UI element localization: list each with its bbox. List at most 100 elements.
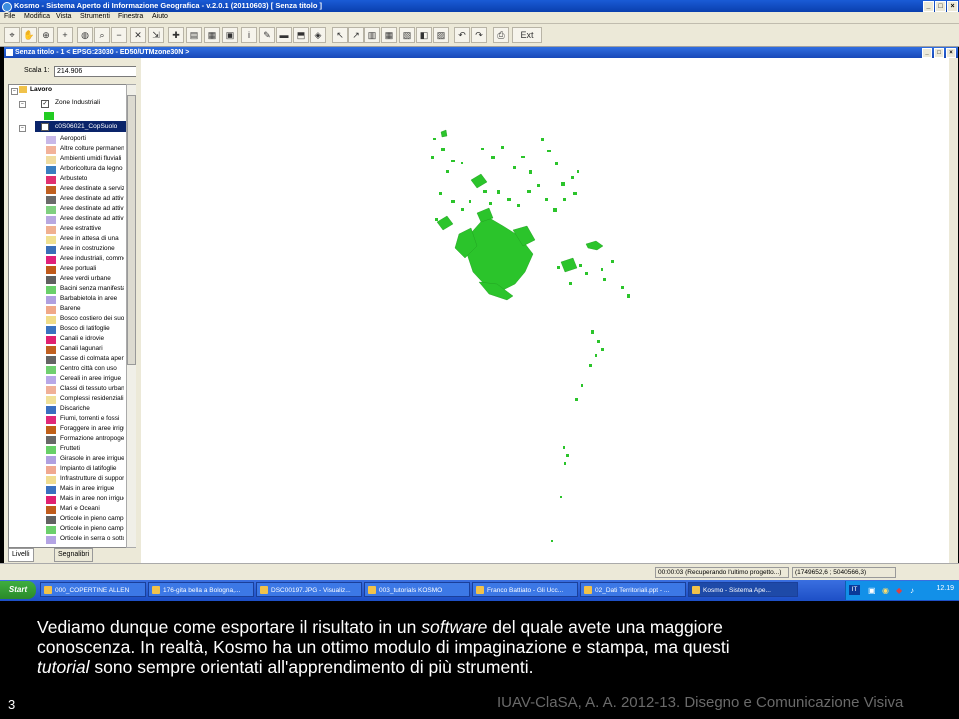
legend-label: Barene bbox=[60, 305, 81, 312]
pan-hand-icon[interactable]: ✋ bbox=[21, 27, 37, 43]
close-document-button[interactable]: × bbox=[946, 48, 956, 58]
menu-aiuto[interactable]: Aiuto bbox=[152, 13, 168, 20]
legend-swatch bbox=[46, 526, 56, 534]
tray-security-icon[interactable]: ◆ bbox=[896, 586, 902, 595]
legend-swatch bbox=[46, 486, 56, 494]
info-icon[interactable]: i bbox=[241, 27, 257, 43]
menu-bar: File Modifica Vista Strumenti Finestra A… bbox=[0, 12, 959, 24]
legend-label: Ambienti umidi fluviali bbox=[60, 155, 122, 162]
close-window-button[interactable]: × bbox=[947, 1, 958, 12]
tray-speaker-icon[interactable]: ♪ bbox=[910, 586, 914, 595]
pencil-icon[interactable]: ✎ bbox=[259, 27, 275, 43]
zoom-selection-icon[interactable]: ⇲ bbox=[148, 27, 164, 43]
legend-label: Arboricoltura da legno bbox=[60, 165, 123, 172]
start-button[interactable]: Start bbox=[0, 581, 36, 599]
exit-button[interactable]: Ext bbox=[512, 27, 542, 43]
menu-modifica[interactable]: Modifica bbox=[24, 13, 50, 20]
minimize-document-button[interactable]: _ bbox=[922, 48, 932, 58]
tab-livelli[interactable]: Livelli bbox=[8, 548, 34, 562]
layer2-checkbox[interactable] bbox=[41, 123, 49, 131]
taskbar-item[interactable]: 176-gita bella a Bologna,... bbox=[148, 582, 254, 597]
add-database-layer-icon[interactable]: ▤ bbox=[186, 27, 202, 43]
collapse-layer1-icon[interactable]: − bbox=[19, 101, 26, 108]
zoom-extent-icon[interactable]: ⊕ bbox=[38, 27, 54, 43]
maximize-document-button[interactable]: □ bbox=[934, 48, 944, 58]
caption-line1-a: Vediamo dunque come esportare il risulta… bbox=[37, 617, 422, 637]
maximize-window-button[interactable]: □ bbox=[935, 1, 946, 12]
zoom-in-icon[interactable]: + bbox=[57, 27, 73, 43]
document-title: Senza titolo - 1 < EPSG:23030 - ED50/UTM… bbox=[15, 49, 190, 56]
legend-swatch bbox=[46, 136, 56, 144]
taskbar-item[interactable]: 02_Dati Territoriali.ppt - ... bbox=[580, 582, 686, 597]
legend-label: Aree industriali, commerciali bbox=[60, 255, 124, 262]
menu-vista[interactable]: Vista bbox=[56, 13, 71, 20]
measure-ruler-icon[interactable]: ▬ bbox=[276, 27, 292, 43]
legend-swatch bbox=[46, 446, 56, 454]
grid-icon[interactable]: ▦ bbox=[381, 27, 397, 43]
taskbar-item[interactable]: DSC00197.JPG - Visualiz... bbox=[256, 582, 362, 597]
layer1-checkbox[interactable]: ✓ bbox=[41, 100, 49, 108]
zoom-out-icon[interactable]: − bbox=[111, 27, 127, 43]
legend-swatch bbox=[46, 326, 56, 334]
legend-label: Fiumi, torrenti e fossi bbox=[60, 415, 120, 422]
undo-icon[interactable]: ↶ bbox=[454, 27, 470, 43]
legend-icon[interactable]: ◧ bbox=[416, 27, 432, 43]
box-3d-icon[interactable]: ◈ bbox=[310, 27, 326, 43]
map-feature bbox=[436, 215, 454, 231]
legend-swatch bbox=[46, 196, 56, 204]
redo-icon[interactable]: ↷ bbox=[471, 27, 487, 43]
menu-file[interactable]: File bbox=[4, 13, 15, 20]
taskbar-item[interactable]: 000_COPERTINE ALLEN bbox=[40, 582, 146, 597]
print-icon[interactable]: ⎙ bbox=[493, 27, 509, 43]
caption-line1-b: del quale avete una maggiore bbox=[487, 617, 723, 637]
legend-swatch bbox=[46, 536, 56, 544]
legend-swatch bbox=[46, 146, 56, 154]
legend-swatch bbox=[46, 456, 56, 464]
legend-label: Aree destinate a servizi bbox=[60, 185, 124, 192]
taskbar-item[interactable]: 003_tutorials KOSMO bbox=[364, 582, 470, 597]
globe-icon[interactable]: ◍ bbox=[77, 27, 93, 43]
slide-caption: Vediamo dunque come esportare il risulta… bbox=[37, 617, 937, 677]
legend-label: Arbusteto bbox=[60, 175, 88, 182]
save-layer-icon[interactable]: ▣ bbox=[222, 27, 238, 43]
collapse-root-icon[interactable]: − bbox=[11, 88, 18, 95]
map-scrollbar[interactable] bbox=[949, 58, 958, 563]
edit-cursor-icon[interactable]: ↗ bbox=[348, 27, 364, 43]
taskbar-item-active[interactable]: Kosmo - Sistema Ape... bbox=[688, 582, 798, 597]
add-image-layer-icon[interactable]: ▦ bbox=[204, 27, 220, 43]
legend-swatch bbox=[46, 246, 56, 254]
measure-area-icon[interactable]: ⬒ bbox=[293, 27, 309, 43]
table-icon[interactable]: ▥ bbox=[364, 27, 380, 43]
print-layout-icon[interactable]: ▨ bbox=[433, 27, 449, 43]
collapse-layer2-icon[interactable]: − bbox=[19, 125, 26, 132]
language-indicator[interactable]: IT bbox=[849, 585, 860, 595]
clock: 12.19 bbox=[936, 585, 954, 592]
tab-segnalibri[interactable]: Segnalibri bbox=[54, 548, 94, 562]
legend-swatch bbox=[46, 226, 56, 234]
minimize-window-button[interactable]: _ bbox=[923, 1, 934, 12]
tray-volume-icon[interactable]: ◉ bbox=[882, 586, 889, 595]
tree-root-label[interactable]: Lavoro bbox=[30, 86, 52, 93]
menu-strumenti[interactable]: Strumenti bbox=[80, 13, 110, 20]
zoom-previous-icon[interactable]: ✕ bbox=[130, 27, 146, 43]
zoom-window-icon[interactable]: ⌕ bbox=[94, 27, 110, 43]
scale-input[interactable]: 214.906 bbox=[54, 66, 138, 77]
add-layer-icon[interactable]: ✚ bbox=[168, 27, 184, 43]
legend-label: Aree destinate ad attività bbox=[60, 205, 124, 212]
legend-label: Infrastrutture di supporto bbox=[60, 475, 124, 482]
layer1-label[interactable]: Zone Industriali bbox=[55, 99, 100, 106]
layout-icon[interactable]: ▧ bbox=[399, 27, 415, 43]
map-view[interactable] bbox=[141, 58, 949, 563]
caption-line3-b: sono sempre orientati all'apprendimento … bbox=[89, 657, 534, 677]
scrollbar-thumb[interactable] bbox=[127, 95, 136, 365]
tray-network-icon[interactable]: ▣ bbox=[868, 586, 876, 595]
taskbar-item[interactable]: Franco Battiato - Gli Ucc... bbox=[472, 582, 578, 597]
legend-label: Aree destinate ad attività bbox=[60, 215, 124, 222]
layer2-label[interactable]: c0S06021_CopSuolo bbox=[55, 123, 117, 130]
menu-finestra[interactable]: Finestra bbox=[118, 13, 143, 20]
legend-label: Aree verdi urbane bbox=[60, 275, 111, 282]
legend-swatch bbox=[46, 206, 56, 214]
cursor-icon[interactable]: ↖ bbox=[332, 27, 348, 43]
select-icon[interactable]: ⌖ bbox=[4, 27, 20, 43]
document-icon bbox=[6, 49, 13, 56]
